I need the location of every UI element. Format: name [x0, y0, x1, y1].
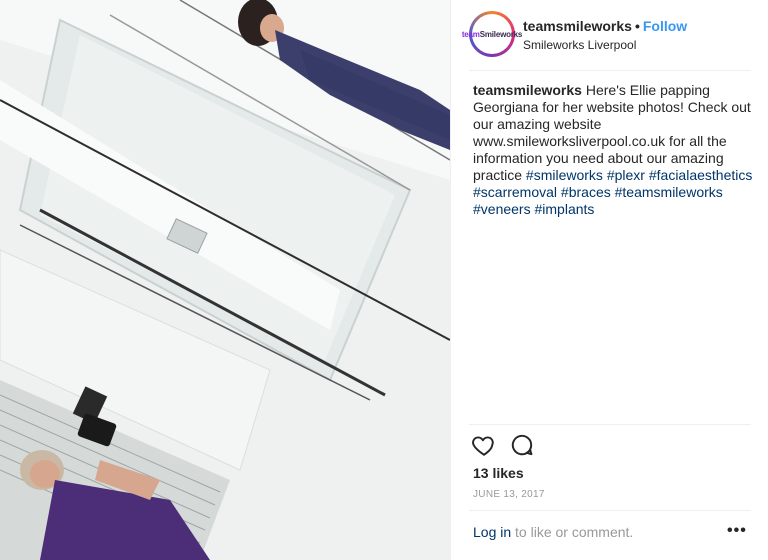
avatar[interactable]: team Smileworks — [462, 11, 522, 57]
username-link[interactable]: teamsmileworks — [523, 18, 632, 34]
avatar-text-a: team — [461, 29, 480, 39]
divider — [469, 70, 751, 71]
post-sidebar: team Smileworks teamsmileworks • Follow Smi… — [450, 0, 768, 560]
separator-dot: • — [634, 18, 640, 34]
divider — [469, 424, 751, 425]
post-date[interactable]: JUNE 13, 2017 — [473, 489, 545, 500]
heart-icon[interactable] — [471, 432, 497, 458]
caption: teamsmileworks Here's Ellie papping Geor… — [473, 82, 753, 218]
instagram-post: team Smileworks teamsmileworks • Follow Smi… — [0, 0, 768, 560]
comment-icon[interactable] — [509, 432, 535, 458]
login-link[interactable]: Log in — [473, 524, 511, 540]
caption-username[interactable]: teamsmileworks — [473, 82, 582, 98]
hashtag-link[interactable]: #scarremoval — [473, 184, 557, 200]
hashtag-link[interactable]: #facialaesthetics — [649, 167, 753, 183]
hashtag-link[interactable]: #veneers — [473, 201, 531, 217]
post-photo[interactable] — [0, 0, 450, 560]
follow-button[interactable]: Follow — [643, 18, 687, 34]
hashtag-link[interactable]: #teamsmileworks — [615, 184, 723, 200]
like-count[interactable]: 13 likes — [473, 465, 524, 481]
photo-illustration — [0, 0, 450, 560]
comment-prompt: Log in to like or comment. — [473, 524, 743, 540]
hashtag-link[interactable]: #implants — [534, 201, 594, 217]
divider — [469, 510, 751, 511]
comment-prompt-text: to like or comment. — [511, 524, 634, 540]
hashtag-link[interactable]: #smileworks — [526, 167, 603, 183]
hashtag-link[interactable]: #plexr — [607, 167, 645, 183]
avatar-text-b: Smileworks — [479, 29, 523, 39]
username-line: teamsmileworks • Follow — [523, 18, 687, 34]
location-link[interactable]: Smileworks Liverpool — [523, 38, 636, 52]
more-options-icon[interactable]: ••• — [727, 522, 747, 540]
hashtag-link[interactable]: #braces — [561, 184, 611, 200]
avatar-logo: team Smileworks — [462, 14, 522, 54]
post-header: team Smileworks teamsmileworks • Follow Smi… — [462, 10, 751, 68]
